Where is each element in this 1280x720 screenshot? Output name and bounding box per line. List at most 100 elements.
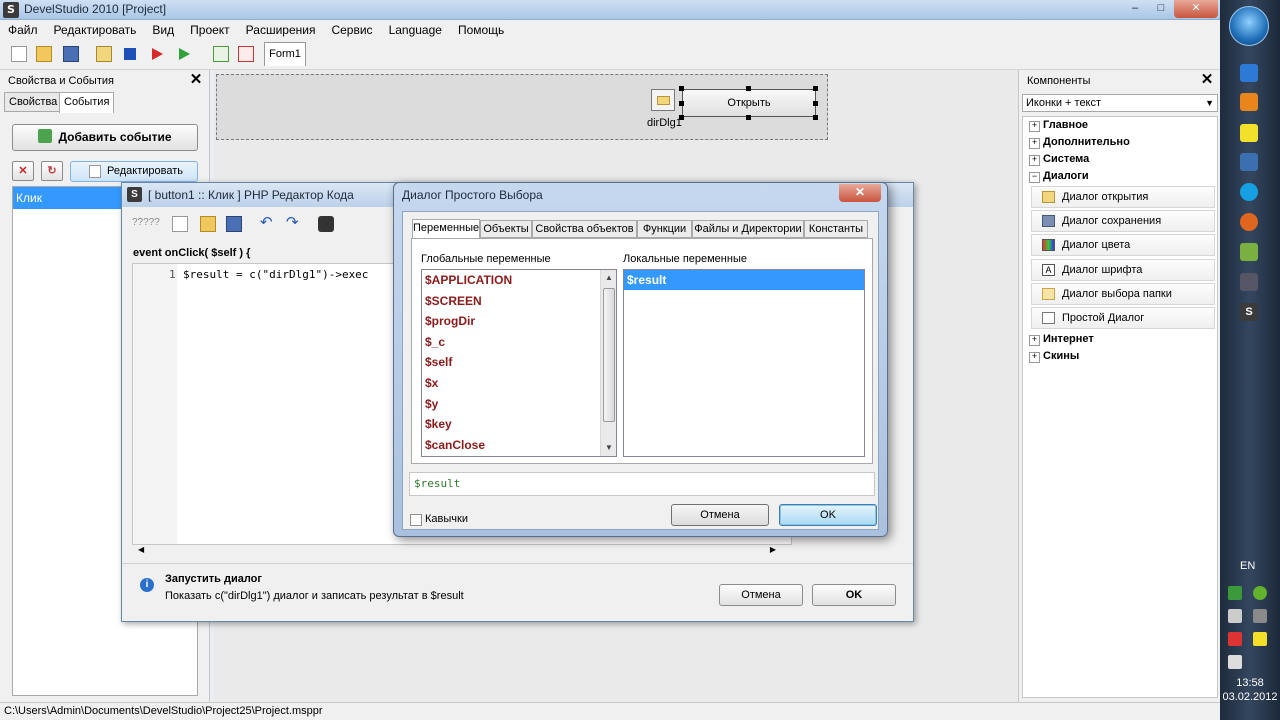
local-variables-list[interactable]: $result <box>623 269 865 457</box>
new-file-icon[interactable] <box>172 216 188 232</box>
tab-files-dirs[interactable]: Файлы и Директории <box>692 220 804 238</box>
add-form-icon[interactable] <box>213 46 229 62</box>
undo-icon[interactable]: ↶ <box>260 215 276 232</box>
add-event-button[interactable]: Добавить событие <box>12 124 198 151</box>
network-icon[interactable] <box>1228 586 1242 600</box>
form-button-open[interactable]: Открыть <box>682 89 816 117</box>
form-canvas[interactable]: dirDlg1 Открыть <box>216 74 828 140</box>
list-item[interactable]: $_c <box>422 332 616 353</box>
close-panel-icon[interactable]: ✕ <box>189 72 203 87</box>
horizontal-scrollbar[interactable]: ◀ ▶ <box>132 545 792 557</box>
run-icon[interactable] <box>179 48 190 60</box>
result-input[interactable]: $result <box>409 472 875 496</box>
tray-app-icon[interactable] <box>1253 609 1267 623</box>
dialog-cancel-button[interactable]: Отмена <box>671 504 769 526</box>
save-icon[interactable] <box>226 216 242 232</box>
clock[interactable]: 13:58 03.02.2012 <box>1220 676 1280 704</box>
scroll-up-icon[interactable]: ▲ <box>601 271 616 285</box>
media-player-icon[interactable] <box>1240 93 1258 111</box>
editor-ok-button[interactable]: OK <box>812 584 896 606</box>
view-mode-select[interactable]: Иконки + текст ▼ <box>1022 94 1218 112</box>
menu-extensions[interactable]: Расширения <box>238 20 324 40</box>
app-icon-yellow[interactable] <box>1240 124 1258 142</box>
list-item-selected[interactable]: $result <box>624 270 864 290</box>
menu-language[interactable]: Language <box>381 20 450 40</box>
list-item[interactable]: $SCREEN <box>422 291 616 312</box>
refresh-event-button[interactable]: ↻ <box>41 161 63 181</box>
tab-objects[interactable]: Объекты <box>480 220 532 238</box>
menu-view[interactable]: Вид <box>144 20 182 40</box>
component-save-dialog[interactable]: Диалог сохранения <box>1031 210 1215 232</box>
dir-dialog-component[interactable] <box>651 89 675 111</box>
close-components-icon[interactable]: ✕ <box>1200 72 1214 87</box>
component-folder-dialog[interactable]: Диалог выбора папки <box>1031 283 1215 305</box>
open-folder-icon[interactable] <box>36 46 52 62</box>
resize-handle[interactable] <box>746 115 751 120</box>
app-icon-green[interactable] <box>1240 243 1258 261</box>
resize-handle[interactable] <box>813 101 818 106</box>
close-button[interactable]: ✕ <box>1174 0 1218 18</box>
dialog-ok-button[interactable]: OK <box>779 504 877 526</box>
app-icon[interactable]: S <box>3 2 19 18</box>
list-item[interactable]: $x <box>422 373 616 394</box>
menu-service[interactable]: Сервис <box>323 20 380 40</box>
tray-app-icon[interactable] <box>1253 632 1267 646</box>
volume-icon[interactable] <box>1228 609 1242 623</box>
dialog-close-button[interactable]: ✕ <box>839 184 881 202</box>
scroll-down-icon[interactable]: ▼ <box>601 441 616 455</box>
start-button[interactable] <box>1229 6 1269 46</box>
app-icon-tool[interactable] <box>1240 273 1258 291</box>
list-item[interactable]: $self <box>422 352 616 373</box>
resize-handle[interactable] <box>813 86 818 91</box>
menu-file[interactable]: Файл <box>0 20 46 40</box>
tab-constants[interactable]: Константы <box>804 220 868 238</box>
maximize-button[interactable]: □ <box>1148 0 1174 18</box>
ie-icon[interactable] <box>1240 64 1258 82</box>
editor-cancel-button[interactable]: Отмена <box>719 584 803 606</box>
skype-icon[interactable] <box>1240 183 1258 201</box>
quotes-checkbox[interactable] <box>410 514 422 526</box>
list-item[interactable]: $progDir <box>422 311 616 332</box>
delete-event-button[interactable]: ✕ <box>12 161 34 181</box>
tab-properties[interactable]: Свойства <box>4 92 63 112</box>
list-item[interactable]: $key <box>422 414 616 435</box>
menu-edit[interactable]: Редактировать <box>46 20 145 40</box>
list-item[interactable]: $canClose <box>422 435 616 456</box>
tab-form1[interactable]: Form1 <box>264 42 306 66</box>
category-dialogs[interactable]: Диалоги <box>1029 168 1089 185</box>
binoculars-icon[interactable] <box>318 216 334 232</box>
resize-handle[interactable] <box>679 115 684 120</box>
new-file-icon[interactable] <box>11 46 27 62</box>
component-open-dialog[interactable]: Диалог открытия <box>1031 186 1215 208</box>
tab-functions[interactable]: Функции <box>637 220 692 238</box>
component-simple-dialog[interactable]: Простой Диалог <box>1031 307 1215 329</box>
category-skins[interactable]: Скины <box>1029 348 1079 365</box>
menu-help[interactable]: Помощь <box>450 20 512 40</box>
category-internet[interactable]: Интернет <box>1029 331 1094 348</box>
develstudio-task-icon[interactable]: S <box>1240 303 1258 321</box>
delete-form-icon[interactable] <box>238 46 254 62</box>
resize-handle[interactable] <box>813 115 818 120</box>
project-icon[interactable] <box>96 46 112 62</box>
component-font-dialog[interactable]: A Диалог шрифта <box>1031 259 1215 281</box>
list-item[interactable]: $APPLICATION <box>422 270 616 291</box>
resize-handle[interactable] <box>679 86 684 91</box>
category-main[interactable]: Главное <box>1029 117 1088 134</box>
component-color-dialog[interactable]: Диалог цвета <box>1031 234 1215 256</box>
language-indicator[interactable]: EN <box>1240 560 1255 572</box>
firefox-icon[interactable] <box>1240 213 1258 231</box>
minimize-button[interactable]: ‒ <box>1122 0 1148 18</box>
redo-icon[interactable]: ↷ <box>286 215 302 232</box>
vertical-scrollbar[interactable]: ▲ ▼ <box>600 270 616 456</box>
open-folder-icon[interactable] <box>200 216 216 232</box>
app-icon-blue[interactable] <box>1240 153 1258 171</box>
list-item[interactable]: $y <box>422 394 616 415</box>
tray-app-icon[interactable] <box>1253 586 1267 600</box>
category-system[interactable]: Система <box>1029 151 1089 168</box>
tab-events[interactable]: События <box>59 92 115 113</box>
save-icon[interactable] <box>63 46 79 62</box>
category-additional[interactable]: Дополнительно <box>1029 134 1130 151</box>
action-center-icon[interactable] <box>1228 655 1242 669</box>
tab-object-properties[interactable]: Свойства объектов <box>532 220 637 238</box>
resize-handle[interactable] <box>679 101 684 106</box>
